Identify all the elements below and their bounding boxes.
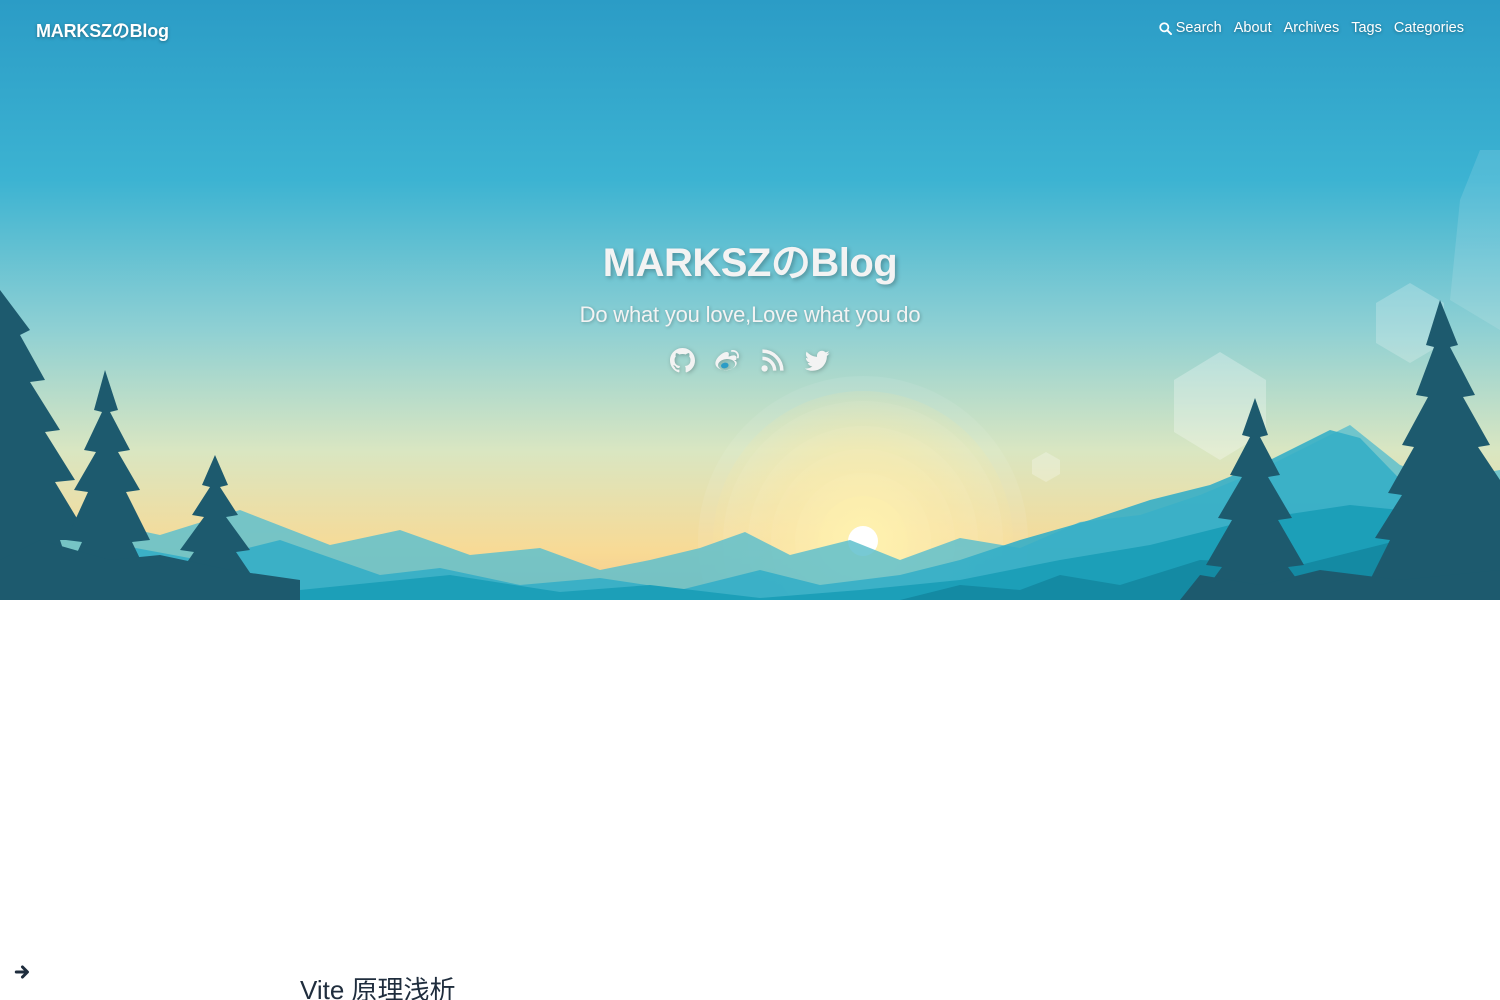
social-link-weibo[interactable] bbox=[715, 348, 740, 373]
arrow-right-icon bbox=[14, 965, 29, 979]
nav-item-tags[interactable]: Tags bbox=[1351, 20, 1382, 36]
nav-item-label: Categories bbox=[1393, 20, 1464, 36]
nav-item-categories[interactable]: Categories bbox=[1394, 20, 1464, 36]
sidebar-toggle[interactable] bbox=[14, 963, 32, 981]
nav-menu: Search About Archives Tags Categories bbox=[1159, 20, 1464, 36]
navbar: MARKSZのBlog Search About Archives Tags C… bbox=[0, 0, 1500, 58]
site-info: MARKSZのBlog Do what you love,Love what y… bbox=[0, 230, 1500, 373]
nav-item-about[interactable]: About bbox=[1234, 20, 1272, 36]
post-title[interactable]: Vite 原理浅析 bbox=[300, 970, 456, 1000]
nav-item-label: Archives bbox=[1283, 20, 1340, 36]
nav-item-label: Tags bbox=[1351, 20, 1382, 36]
brand-link[interactable]: MARKSZのBlog bbox=[36, 17, 169, 43]
social-link-twitter[interactable] bbox=[805, 348, 830, 373]
social-icons bbox=[0, 348, 1500, 373]
site-title: MARKSZのBlog bbox=[602, 241, 898, 285]
hero-banner: MARKSZのBlog Search About Archives Tags C… bbox=[0, 0, 1500, 600]
social-link-rss[interactable] bbox=[760, 348, 785, 373]
social-link-github[interactable] bbox=[670, 348, 695, 373]
github-icon bbox=[670, 348, 695, 373]
search-icon bbox=[1159, 21, 1172, 35]
rss-icon bbox=[761, 349, 784, 372]
nav-item-search[interactable]: Search bbox=[1159, 20, 1222, 36]
weibo-icon bbox=[715, 349, 739, 371]
nav-item-label: Search bbox=[1175, 20, 1222, 36]
nav-item-label: About bbox=[1233, 20, 1272, 36]
site-subtitle: Do what you love,Love what you do bbox=[579, 302, 921, 327]
page: MARKSZのBlog Search About Archives Tags C… bbox=[0, 0, 1500, 1000]
twitter-icon bbox=[805, 350, 830, 371]
nav-item-archives[interactable]: Archives bbox=[1284, 20, 1340, 36]
